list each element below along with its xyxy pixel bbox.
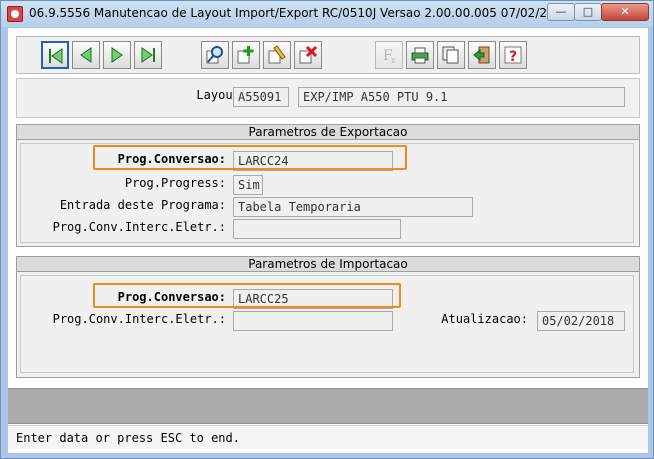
previous-record-icon xyxy=(80,47,92,63)
print-button[interactable] xyxy=(406,41,434,69)
import-parameters-header: Parametros de Importacao xyxy=(17,257,639,272)
next-record-button[interactable] xyxy=(103,41,131,69)
import-atualizacao-label: Atualizacao: xyxy=(441,312,528,326)
copy-icon xyxy=(442,46,459,64)
minimize-button[interactable]: — xyxy=(547,3,575,21)
export-conv-interc-field[interactable] xyxy=(233,219,401,239)
formula-icon: Fx xyxy=(383,48,396,65)
import-atualizacao-field[interactable]: 05/02/2018 xyxy=(537,311,625,331)
export-parameters-header: Parametros de Exportacao xyxy=(17,125,639,140)
export-parameters-group: Parametros de Exportacao Prog.Conversao:… xyxy=(16,124,640,247)
layout-description-field[interactable]: EXP/IMP A550 PTU 9.1 xyxy=(298,87,625,107)
first-record-icon xyxy=(49,48,63,64)
export-entrada-label: Entrada deste Programa: xyxy=(59,198,226,212)
export-conv-interc-label: Prog.Conv.Interc.Eletr.: xyxy=(52,220,226,234)
formula-button[interactable]: Fx xyxy=(375,41,403,69)
last-record-icon xyxy=(141,47,155,63)
close-button[interactable]: ✕ xyxy=(601,3,649,21)
exit-icon xyxy=(473,46,490,64)
exit-button[interactable] xyxy=(468,41,496,69)
client-area: Fx ? Layout: A55091 EXP/IMP A550 PTU 9.1… xyxy=(8,28,648,453)
help-icon: ? xyxy=(504,46,522,65)
export-prog-progress-label: Prog.Progress: xyxy=(124,176,226,190)
search-button[interactable] xyxy=(201,41,229,69)
toolbar: Fx ? xyxy=(16,36,640,74)
window-title: 06.9.5556 Manutencao de Layout Import/Ex… xyxy=(29,6,613,20)
print-icon xyxy=(411,47,429,64)
first-record-button[interactable] xyxy=(41,41,69,69)
import-conv-interc-field[interactable] xyxy=(233,311,393,331)
app-window: 06.9.5556 Manutencao de Layout Import/Ex… xyxy=(0,0,654,459)
copy-button[interactable] xyxy=(437,41,465,69)
import-prog-conversao-highlight xyxy=(93,283,401,308)
delete-record-button[interactable] xyxy=(294,41,322,69)
status-message: Enter data or press ESC to end. xyxy=(16,431,240,445)
layout-panel: Layout: A55091 EXP/IMP A550 PTU 9.1 xyxy=(16,78,640,118)
edit-record-icon xyxy=(268,45,286,64)
previous-record-button[interactable] xyxy=(72,41,100,69)
svg-text:x: x xyxy=(391,56,396,65)
status-bar: Enter data or press ESC to end. xyxy=(8,425,648,449)
last-record-button[interactable] xyxy=(134,41,162,69)
edit-record-button[interactable] xyxy=(263,41,291,69)
empty-area xyxy=(8,388,648,424)
export-prog-progress-field[interactable]: Sim xyxy=(233,175,263,195)
import-conv-interc-label: Prog.Conv.Interc.Eletr.: xyxy=(52,312,226,326)
export-entrada-field[interactable]: Tabela Temporaria xyxy=(233,197,473,217)
import-parameters-panel: Prog.Conversao: LARCC25 Prog.Conv.Interc… xyxy=(20,275,634,373)
title-bar[interactable]: 06.9.5556 Manutencao de Layout Import/Ex… xyxy=(1,1,653,27)
search-icon xyxy=(206,46,223,64)
add-record-icon xyxy=(237,46,254,64)
layout-code-field[interactable]: A55091 xyxy=(233,87,289,107)
next-record-icon xyxy=(111,47,123,63)
app-icon xyxy=(7,6,23,22)
export-parameters-panel: Prog.Conversao: LARCC24 Prog.Progress: S… xyxy=(20,143,634,243)
maximize-button[interactable]: □ xyxy=(574,3,602,21)
svg-text:?: ? xyxy=(509,49,517,65)
export-prog-conversao-highlight xyxy=(93,145,407,170)
help-button[interactable]: ? xyxy=(499,41,527,69)
import-parameters-group: Parametros de Importacao Prog.Conversao:… xyxy=(16,256,640,378)
delete-record-icon xyxy=(299,45,318,64)
add-record-button[interactable] xyxy=(232,41,260,69)
